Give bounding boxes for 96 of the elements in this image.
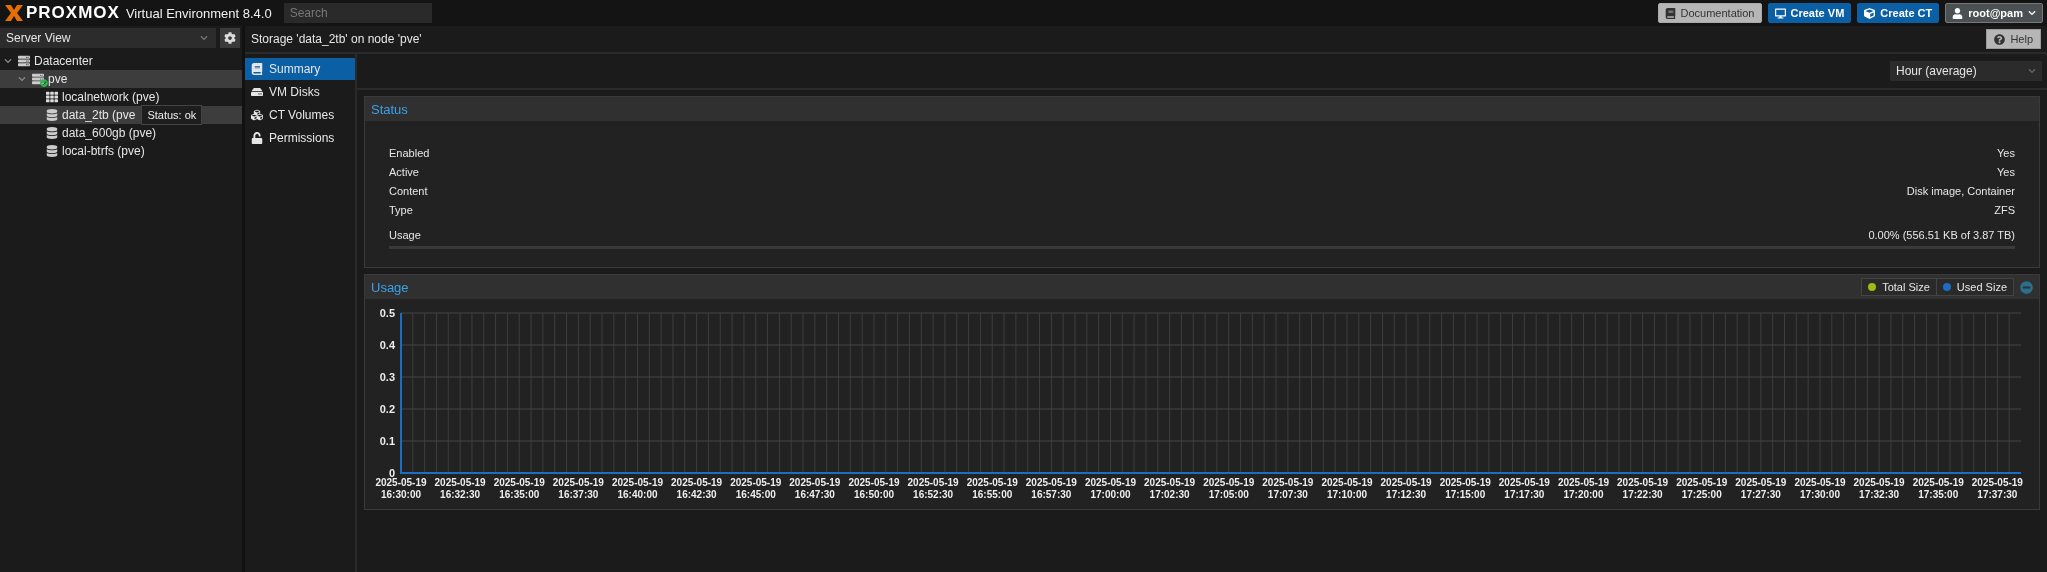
status-tooltip: Status: ok: [141, 105, 203, 125]
product-name: Virtual Environment 8.4.0: [125, 5, 272, 21]
legend-item[interactable]: Used Size: [1935, 279, 2013, 295]
help-icon: [1994, 33, 2006, 45]
status-value: Yes: [1997, 146, 2015, 159]
axis-tick-label: 2025-05-19 17:10:00: [1321, 477, 1373, 500]
axis-tick-label: 2025-05-19 16:45:00: [730, 477, 782, 500]
axis-tick-label: 2025-05-19 17:15:00: [1439, 477, 1491, 500]
tree-item[interactable]: data_2tb (pve Status: ok: [0, 106, 242, 124]
axis-tick-label: 2025-05-19 17:02:30: [1144, 477, 1196, 500]
axis-tick-label: 2025-05-19 17:27:30: [1735, 477, 1787, 500]
header-button[interactable]: Create VM: [1767, 3, 1852, 23]
axis-tick-label: 2025-05-19 17:37:30: [1971, 477, 2023, 500]
axis-tick-label: 2025-05-19 16:52:30: [907, 477, 959, 500]
status-label: Active: [389, 165, 419, 178]
status-value: 0.00% (556.51 KB of 3.87 TB): [1868, 228, 2015, 241]
axis-tick-label: 2025-05-19 17:20:00: [1557, 477, 1610, 500]
nav-item[interactable]: VM Disks: [245, 81, 355, 103]
header-button[interactable]: Create CT: [1857, 3, 1940, 23]
axis-tick-label: 0: [388, 467, 395, 479]
status-value: ZFS: [1994, 203, 2015, 216]
status-label: Content: [389, 184, 428, 197]
tree-item[interactable]: data_600gb (pve): [0, 124, 242, 142]
status-label: Usage: [389, 228, 421, 241]
axis-tick-label: 2025-05-19 16:30:00: [375, 477, 427, 500]
axis-tick-label: 0.4: [379, 339, 395, 351]
status-value: Disk image, Container: [1906, 184, 2015, 197]
expand-caret-icon[interactable]: [18, 75, 28, 83]
axis-tick-label: 2025-05-19 17:35:00: [1912, 477, 1964, 500]
axis-tick-label: 2025-05-19 17:22:30: [1617, 477, 1669, 500]
server-icon: [18, 55, 30, 67]
view-select[interactable]: Server View: [0, 28, 216, 48]
caret-icon: [2028, 67, 2036, 75]
axis-tick-label: 0.2: [379, 403, 395, 415]
axis-tick-label: 0.3: [379, 371, 395, 383]
axis-tick-label: 0.5: [379, 307, 395, 319]
tree-item[interactable]: localnetwork (pve): [0, 88, 242, 106]
axis-tick-label: 2025-05-19 17:07:30: [1262, 477, 1314, 500]
help-button[interactable]: Help: [1986, 29, 2041, 49]
book-icon: [251, 63, 263, 75]
database-icon: [46, 145, 58, 157]
axis-tick-label: 2025-05-19 16:35:00: [493, 477, 545, 500]
nav-item[interactable]: CT Volumes: [245, 104, 355, 126]
page-title: Storage 'data_2tb' on node 'pve': [251, 32, 422, 46]
collapse-icon[interactable]: [2020, 280, 2033, 294]
status-value: Yes: [1997, 165, 2015, 178]
book-icon: [1664, 7, 1676, 19]
axis-tick-label: 2025-05-19 17:32:30: [1853, 477, 1905, 500]
tree-label: local-btrfs (pve): [62, 144, 145, 158]
nav-item[interactable]: Permissions: [245, 127, 355, 149]
monitor-icon: [1774, 7, 1786, 19]
axis-tick-label: 2025-05-19 17:17:30: [1498, 477, 1550, 500]
database-icon: [46, 127, 58, 139]
axis-tick-label: 2025-05-19 16:50:00: [848, 477, 900, 500]
cube-icon: [1864, 7, 1876, 19]
tree-label: data_600gb (pve): [62, 126, 157, 140]
tree-item[interactable]: local-btrfs (pve): [0, 142, 242, 160]
tree-label: Datacenter: [34, 54, 93, 68]
axis-tick-label: 2025-05-19 16:40:00: [611, 477, 664, 500]
tree-item[interactable]: Datacenter: [0, 52, 242, 70]
axis-tick-label: 2025-05-19 16:57:30: [1025, 477, 1077, 500]
user-menu-button[interactable]: root@pam: [1945, 3, 2043, 23]
legend-item[interactable]: Total Size: [1862, 279, 1936, 295]
status-label: Type: [389, 203, 413, 216]
axis-tick-label: 2025-05-19 16:47:30: [789, 477, 841, 500]
logo-text: PROXMOX: [26, 3, 120, 23]
expand-caret-icon[interactable]: [4, 57, 14, 65]
axis-tick-label: 2025-05-19 17:05:00: [1203, 477, 1255, 500]
axis-tick-label: 0.1: [379, 435, 395, 447]
unlock-icon: [251, 132, 263, 144]
panel-title: Usage: [371, 279, 409, 295]
tree-label: localnetwork (pve): [62, 90, 160, 104]
cubes-icon: [251, 109, 263, 121]
timeframe-select[interactable]: Hour (average): [1890, 61, 2042, 81]
axis-tick-label: 2025-05-19 17:00:00: [1084, 477, 1137, 500]
settings-button[interactable]: [220, 28, 240, 48]
panel-title: Status: [371, 101, 408, 117]
axis-tick-label: 2025-05-19 17:30:00: [1794, 477, 1846, 500]
tree-label: pve: [48, 72, 68, 86]
nav-item[interactable]: Summary: [245, 58, 355, 80]
axis-tick-label: 2025-05-19 16:42:30: [671, 477, 723, 500]
axis-tick-label: 2025-05-19 17:12:30: [1380, 477, 1432, 500]
database-icon: [46, 109, 58, 121]
logo-icon: [4, 4, 24, 22]
search-field[interactable]: Search: [283, 3, 432, 23]
grid-icon: [46, 91, 58, 103]
tree-label: data_2tb (pve: [62, 108, 136, 122]
user-icon: [1952, 7, 1964, 19]
axis-tick-label: 2025-05-19 17:25:00: [1676, 477, 1728, 500]
axis-tick-label: 2025-05-19 16:55:00: [966, 477, 1018, 500]
header-button[interactable]: Documentation: [1657, 3, 1762, 23]
caret-icon: [200, 34, 208, 42]
status-label: Enabled: [389, 146, 430, 159]
axis-tick-label: 2025-05-19 16:37:30: [552, 477, 604, 500]
axis-tick-label: 2025-05-19 16:32:30: [434, 477, 486, 500]
caret-icon: [2028, 9, 2036, 17]
